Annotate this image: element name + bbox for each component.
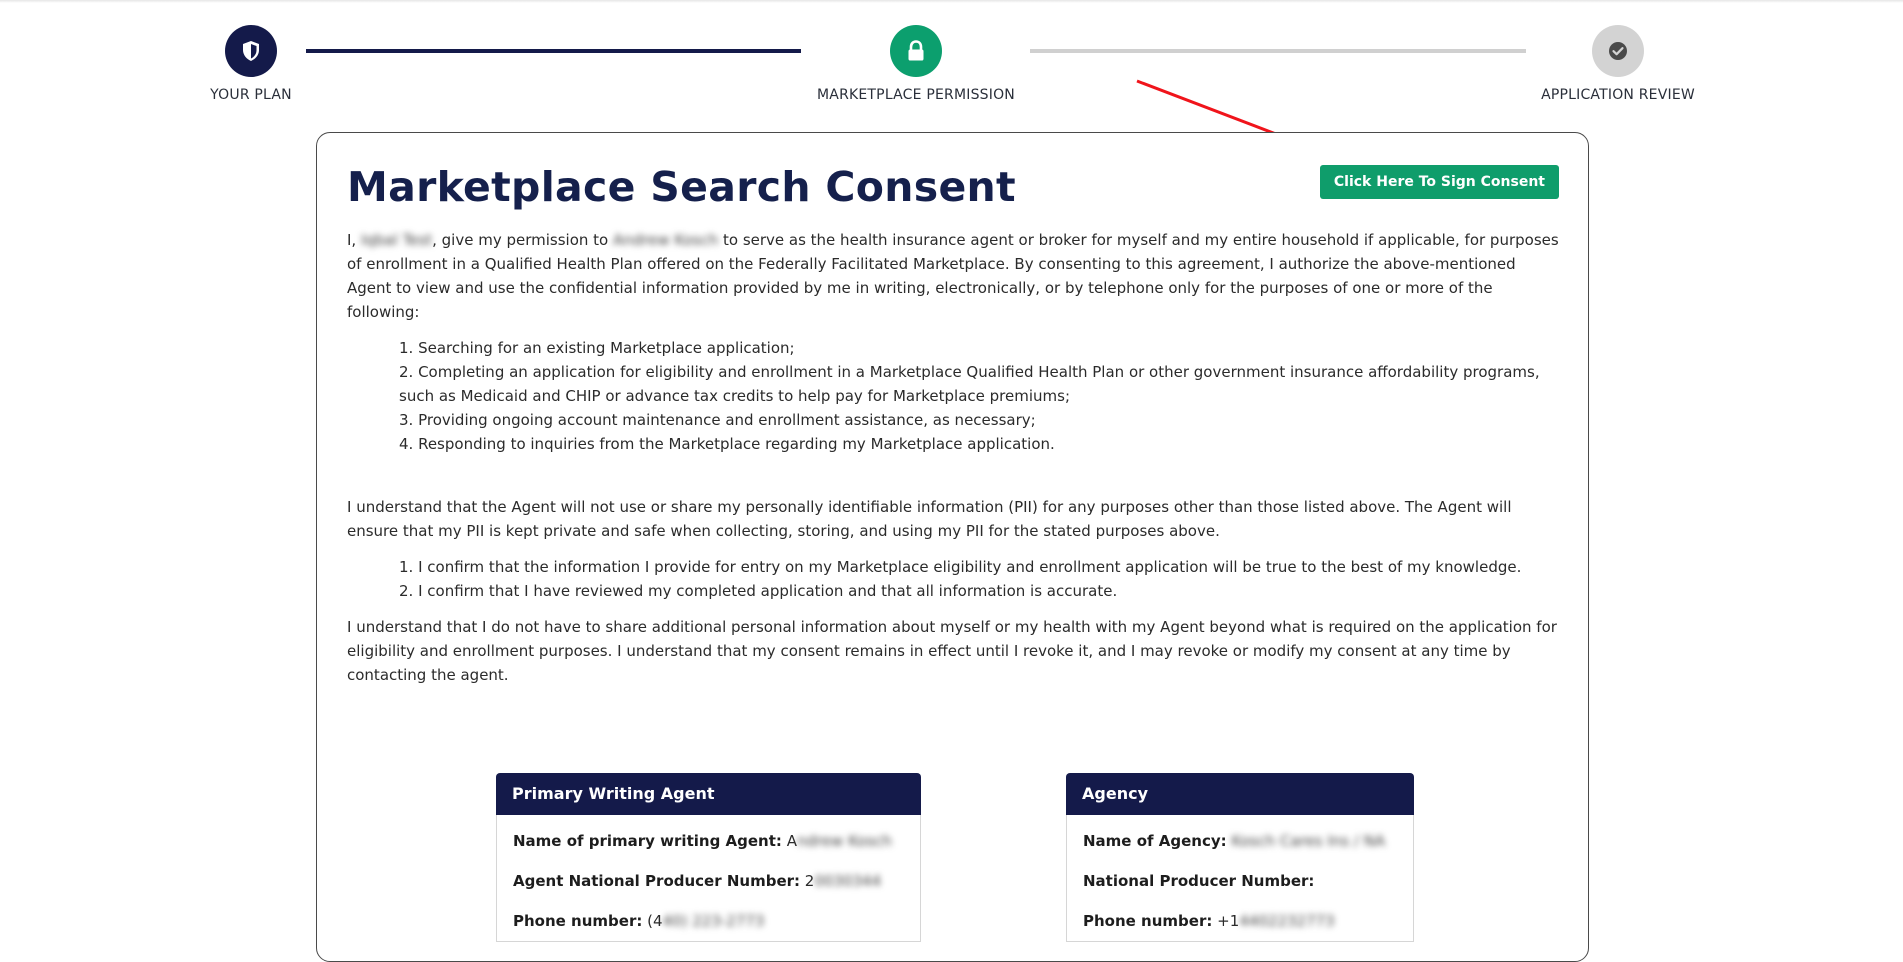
pii-paragraph: I understand that the Agent will not use… bbox=[347, 498, 1512, 540]
intro-mid: , give my permission to bbox=[432, 231, 613, 249]
list-item: 4. Responding to inquiries from the Mark… bbox=[399, 435, 1055, 453]
agency-box: Agency Name of Agency: Kosch Cares Ins /… bbox=[1066, 773, 1414, 942]
agent-phone-row: Phone number: (440) 223-2773 bbox=[513, 901, 904, 941]
list-item: 2. Completing an application for eligibi… bbox=[399, 363, 1540, 405]
box-title: Agency bbox=[1066, 773, 1414, 815]
check-icon bbox=[1592, 25, 1644, 77]
agency-name-row: Name of Agency: Kosch Cares Ins / NA bbox=[1083, 821, 1397, 861]
stepper-line-completed bbox=[306, 49, 801, 53]
consent-text: I, Iqbal Test, give my permission to And… bbox=[347, 228, 1559, 687]
agent-name-row: Name of primary writing Agent: Andrew Ko… bbox=[513, 821, 904, 861]
step-your-plan[interactable]: YOUR PLAN bbox=[131, 25, 371, 103]
purposes-list: 1. Searching for an existing Marketplace… bbox=[347, 336, 1559, 456]
shield-icon bbox=[225, 25, 277, 77]
intro-prefix: I, bbox=[347, 231, 361, 249]
stepper-line-pending bbox=[1030, 49, 1526, 53]
field-label: Name of Agency: bbox=[1083, 832, 1227, 850]
field-value-redacted: 0030344 bbox=[814, 872, 882, 890]
field-value-redacted: 4402232773 bbox=[1239, 912, 1335, 930]
confirmations-list: 1. I confirm that the information I prov… bbox=[347, 555, 1559, 603]
box-title: Primary Writing Agent bbox=[496, 773, 921, 815]
field-label: Phone number: bbox=[1083, 912, 1213, 930]
consent-card: Marketplace Search Consent Click Here To… bbox=[316, 132, 1589, 962]
step-application-review[interactable]: APPLICATION REVIEW bbox=[1498, 25, 1738, 103]
agency-phone-row: Phone number: +14402232773 bbox=[1083, 901, 1397, 941]
step-label: APPLICATION REVIEW bbox=[1541, 87, 1695, 103]
field-value-redacted: Kosch Cares Ins / NA bbox=[1231, 832, 1386, 850]
field-value: +1 bbox=[1217, 912, 1240, 930]
field-label: National Producer Number: bbox=[1083, 872, 1315, 890]
step-marketplace-permission[interactable]: MARKETPLACE PERMISSION bbox=[796, 25, 1036, 103]
list-item: 2. I confirm that I have reviewed my com… bbox=[399, 582, 1118, 600]
field-label: Agent National Producer Number: bbox=[513, 872, 801, 890]
agent-name: Andrew Kosch bbox=[612, 231, 719, 249]
box-body: Name of primary writing Agent: Andrew Ko… bbox=[496, 815, 921, 942]
list-item: 3. Providing ongoing account maintenance… bbox=[399, 411, 1036, 429]
box-body: Name of Agency: Kosch Cares Ins / NA Nat… bbox=[1066, 815, 1414, 942]
step-label: MARKETPLACE PERMISSION bbox=[817, 87, 1015, 103]
field-value-redacted: ndrew Kosch bbox=[796, 832, 892, 850]
page-title: Marketplace Search Consent bbox=[347, 163, 1016, 211]
field-label: Name of primary writing Agent: bbox=[513, 832, 782, 850]
sign-consent-button[interactable]: Click Here To Sign Consent bbox=[1319, 165, 1559, 199]
lock-icon bbox=[890, 25, 942, 77]
step-label: YOUR PLAN bbox=[210, 87, 292, 103]
agency-npn-row: National Producer Number: bbox=[1083, 861, 1397, 901]
intro-paragraph: I, Iqbal Test, give my permission to And… bbox=[347, 228, 1559, 324]
field-value: 2 bbox=[804, 872, 815, 890]
field-label: Phone number: bbox=[513, 912, 643, 930]
primary-writing-agent-box: Primary Writing Agent Name of primary wr… bbox=[496, 773, 921, 942]
agent-npn-row: Agent National Producer Number: 20030344 bbox=[513, 861, 904, 901]
final-paragraph: I understand that I do not have to share… bbox=[347, 618, 1557, 684]
field-value-redacted: 40) 223-2773 bbox=[662, 912, 765, 930]
list-item: 1. Searching for an existing Marketplace… bbox=[399, 339, 795, 357]
field-value: A bbox=[786, 832, 797, 850]
progress-stepper: YOUR PLAN MARKETPLACE PERMISSION APPLICA… bbox=[0, 0, 1903, 120]
field-value: (4 bbox=[647, 912, 663, 930]
client-name: Iqbal Test bbox=[360, 231, 433, 249]
list-item: 1. I confirm that the information I prov… bbox=[399, 558, 1522, 576]
